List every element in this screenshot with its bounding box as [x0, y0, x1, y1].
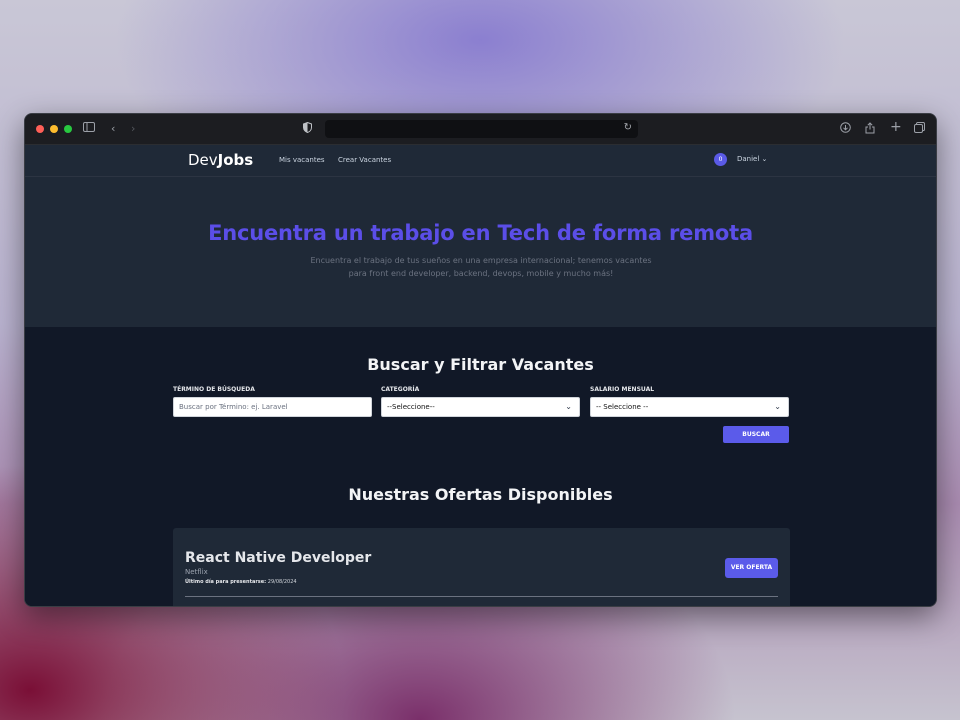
nav-crear-vacantes[interactable]: Crear Vacantes — [338, 156, 391, 164]
close-window-button[interactable] — [36, 125, 44, 133]
reload-icon[interactable]: ↻ — [624, 122, 632, 133]
user-menu[interactable]: Daniel ⌄ — [737, 155, 767, 163]
browser-window: ‹ › ↻ + DevJobs Mis vacantes Crear Vacan… — [24, 113, 937, 607]
shield-icon[interactable] — [303, 121, 312, 137]
job-title: React Native Developer — [185, 550, 372, 566]
sidebar-icon[interactable] — [83, 122, 95, 136]
tab-overview-icon[interactable] — [914, 122, 925, 137]
hero-section: Encuentra un trabajo en Tech de forma re… — [25, 177, 936, 327]
divider — [185, 596, 778, 597]
search-input[interactable]: Buscar por Término: ej. Laravel — [173, 397, 372, 417]
new-tab-icon[interactable]: + — [890, 120, 902, 134]
search-button[interactable]: BUSCAR — [723, 426, 789, 443]
browser-toolbar: ‹ › ↻ + — [25, 114, 936, 145]
job-deadline: Último día para presentarse: 29/08/2024 — [185, 579, 297, 585]
term-label: TÉRMINO DE BÚSQUEDA — [173, 386, 255, 393]
back-icon[interactable]: ‹ — [111, 122, 115, 136]
chevron-down-icon: ⌄ — [565, 402, 572, 411]
forward-icon[interactable]: › — [131, 122, 135, 136]
job-company: Netflix — [185, 568, 208, 576]
search-title: Buscar y Filtrar Vacantes — [367, 355, 594, 374]
chevron-down-icon: ⌄ — [761, 155, 768, 163]
address-bar[interactable]: ↻ — [325, 120, 638, 138]
minimize-window-button[interactable] — [50, 125, 58, 133]
zoom-window-button[interactable] — [64, 125, 72, 133]
offers-title: Nuestras Ofertas Disponibles — [348, 485, 613, 504]
salary-label: SALARIO MENSUAL — [590, 386, 655, 393]
share-icon[interactable] — [865, 122, 875, 138]
window-controls — [36, 125, 72, 133]
chevron-down-icon: ⌄ — [774, 402, 781, 411]
salary-select[interactable]: -- Seleccione -- ⌄ — [590, 397, 789, 417]
hero-subtitle: Encuentra el trabajo de tus sueños en un… — [310, 256, 652, 278]
category-select[interactable]: --Seleccione-- ⌄ — [381, 397, 580, 417]
site-header: DevJobs Mis vacantes Crear Vacantes 0 Da… — [25, 145, 936, 177]
search-section: Buscar y Filtrar Vacantes TÉRMINO DE BÚS… — [25, 327, 936, 606]
job-card: React Native Developer Netflix Último dí… — [173, 528, 790, 606]
site-logo[interactable]: DevJobs — [188, 151, 253, 169]
download-icon[interactable] — [840, 122, 851, 137]
category-label: CATEGORÍA — [381, 386, 420, 393]
hero-title: Encuentra un trabajo en Tech de forma re… — [208, 221, 753, 245]
nav-mis-vacantes[interactable]: Mis vacantes — [279, 156, 325, 164]
view-offer-button[interactable]: VER OFERTA — [725, 558, 778, 578]
user-name: Daniel — [737, 155, 760, 163]
notifications-badge[interactable]: 0 — [714, 153, 727, 166]
